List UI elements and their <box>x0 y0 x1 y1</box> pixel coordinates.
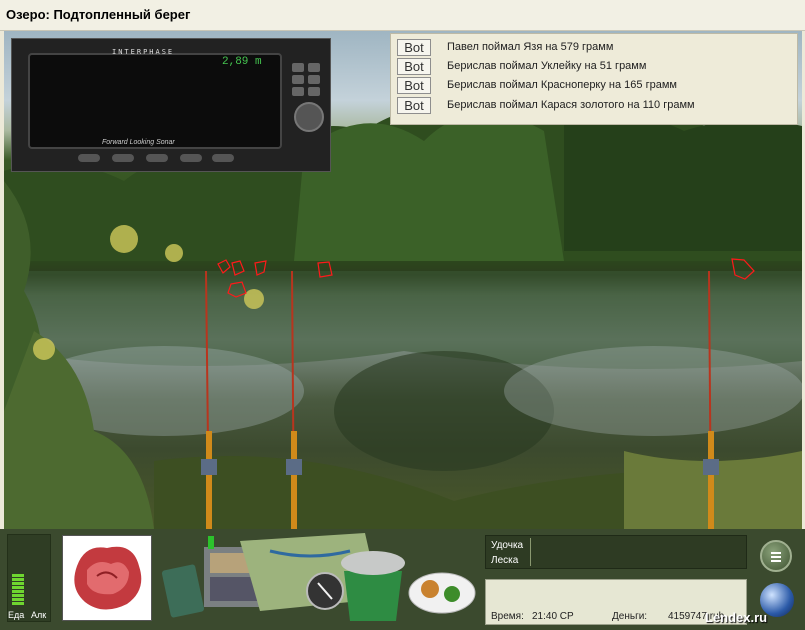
sonar-button-5[interactable] <box>212 154 234 162</box>
float-markers <box>217 258 755 298</box>
food-level-bars <box>12 574 24 606</box>
menu-button[interactable] <box>760 540 792 572</box>
bait-slot[interactable] <box>62 535 152 621</box>
sonar-key-3[interactable] <box>292 75 304 84</box>
sonar-key-1[interactable] <box>292 63 304 72</box>
tackle-rod-label: Удочка <box>491 540 524 551</box>
alcohol-label: Алк <box>31 610 47 620</box>
bot-button[interactable]: Bot <box>397 77 431 94</box>
log-message: Павел поймал Язя на 579 грамм <box>447 41 614 53</box>
log-row: Bot Павел поймал Язя на 579 грамм <box>397 38 793 57</box>
food-plate-icon[interactable] <box>408 572 476 614</box>
sonar-key-5[interactable] <box>292 87 304 96</box>
bot-button[interactable]: Bot <box>397 39 431 56</box>
site-watermark: Lendex.ru <box>705 610 768 625</box>
sonar-button-4[interactable] <box>180 154 202 162</box>
sonar-key-6[interactable] <box>308 87 320 96</box>
sonar-key-2[interactable] <box>308 63 320 72</box>
sonar-device[interactable]: INTERPHASE 2,89 m Forward Looking Sonar <box>11 38 331 172</box>
sonar-key-4[interactable] <box>308 75 320 84</box>
money-label: Деньги: <box>612 611 648 622</box>
sonar-button-1[interactable] <box>78 154 100 162</box>
sonar-depth-readout: 2,89 m <box>222 56 262 68</box>
time-label: Время: <box>491 611 524 622</box>
compass-icon[interactable] <box>306 572 344 610</box>
time-value: 21:40 СР <box>532 611 574 622</box>
rod-2[interactable] <box>286 270 302 529</box>
bot-button[interactable]: Bot <box>397 97 431 114</box>
window-titlebar: Озеро: Подтопленный берег <box>0 0 805 31</box>
inventory-strip[interactable] <box>160 531 482 628</box>
log-row: Bot Берислав поймал Уклейку на 51 грамм <box>397 57 793 76</box>
tackle-divider <box>530 538 531 566</box>
window-title: Озеро: Подтопленный берег <box>6 7 191 22</box>
sonar-caption: Forward Looking Sonar <box>102 139 175 146</box>
rod-3[interactable] <box>703 270 719 529</box>
rod-1[interactable] <box>201 270 217 529</box>
catch-log: Bot Павел поймал Язя на 579 грамм Bot Бе… <box>390 33 798 125</box>
log-message: Берислав поймал Красноперку на 165 грамм <box>447 79 677 91</box>
meat-bait-icon <box>74 546 142 610</box>
tackle-line-label: Леска <box>491 555 519 566</box>
log-message: Берислав поймал Карася золотого на 110 г… <box>447 99 695 111</box>
sonar-dpad[interactable] <box>294 102 324 132</box>
log-row: Bot Берислав поймал Карася золотого на 1… <box>397 96 793 115</box>
tackle-panel[interactable]: Удочка Леска <box>485 535 747 569</box>
food-label: Еда <box>8 610 25 620</box>
bot-button[interactable]: Bot <box>397 58 431 75</box>
sonar-button-3[interactable] <box>146 154 168 162</box>
sonar-brand: INTERPHASE <box>112 48 175 56</box>
log-message: Берислав поймал Уклейку на 51 грамм <box>447 60 647 72</box>
fish-bucket-icon[interactable] <box>341 551 405 621</box>
log-row: Bot Берислав поймал Красноперку на 165 г… <box>397 76 793 95</box>
sonar-button-2[interactable] <box>112 154 134 162</box>
